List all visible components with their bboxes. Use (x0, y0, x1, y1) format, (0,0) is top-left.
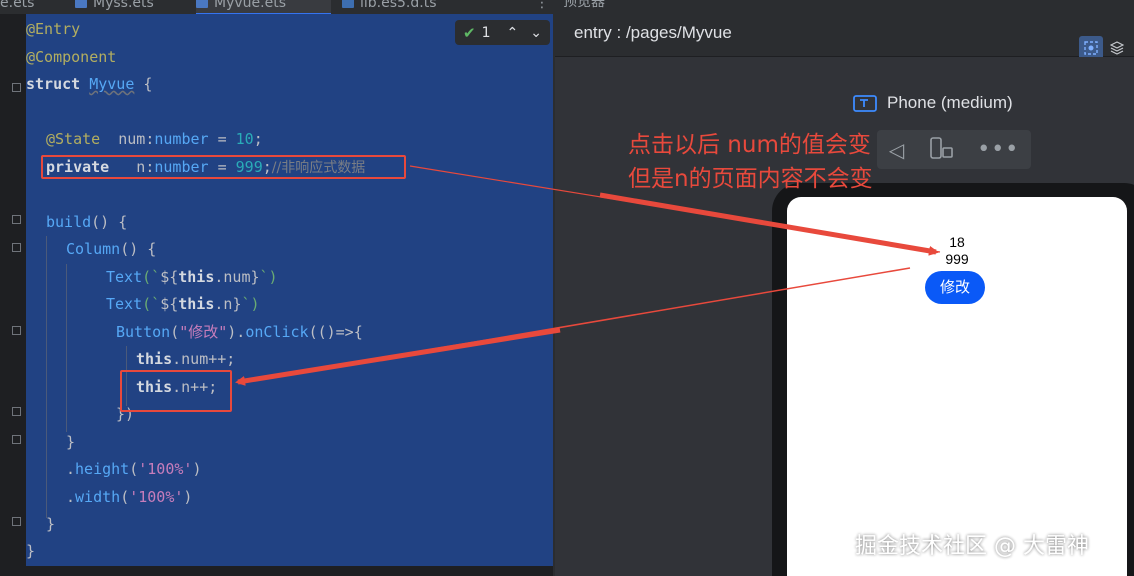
annotation-note: 点击以后 num的值会变 但是n的页面内容不会变 (628, 128, 873, 196)
annotation-arrow-num-change (599, 192, 939, 256)
annotation-arrow-n-increment (235, 327, 561, 386)
annotation-note-line-1: 点击以后 num的值会变 (628, 132, 871, 158)
annotation-note-line-2: 但是n的页面内容不会变 (628, 166, 873, 192)
annotation-arrows (235, 165, 941, 386)
watermark: 掘金技术社区 @ 大雷神 (855, 534, 1089, 559)
